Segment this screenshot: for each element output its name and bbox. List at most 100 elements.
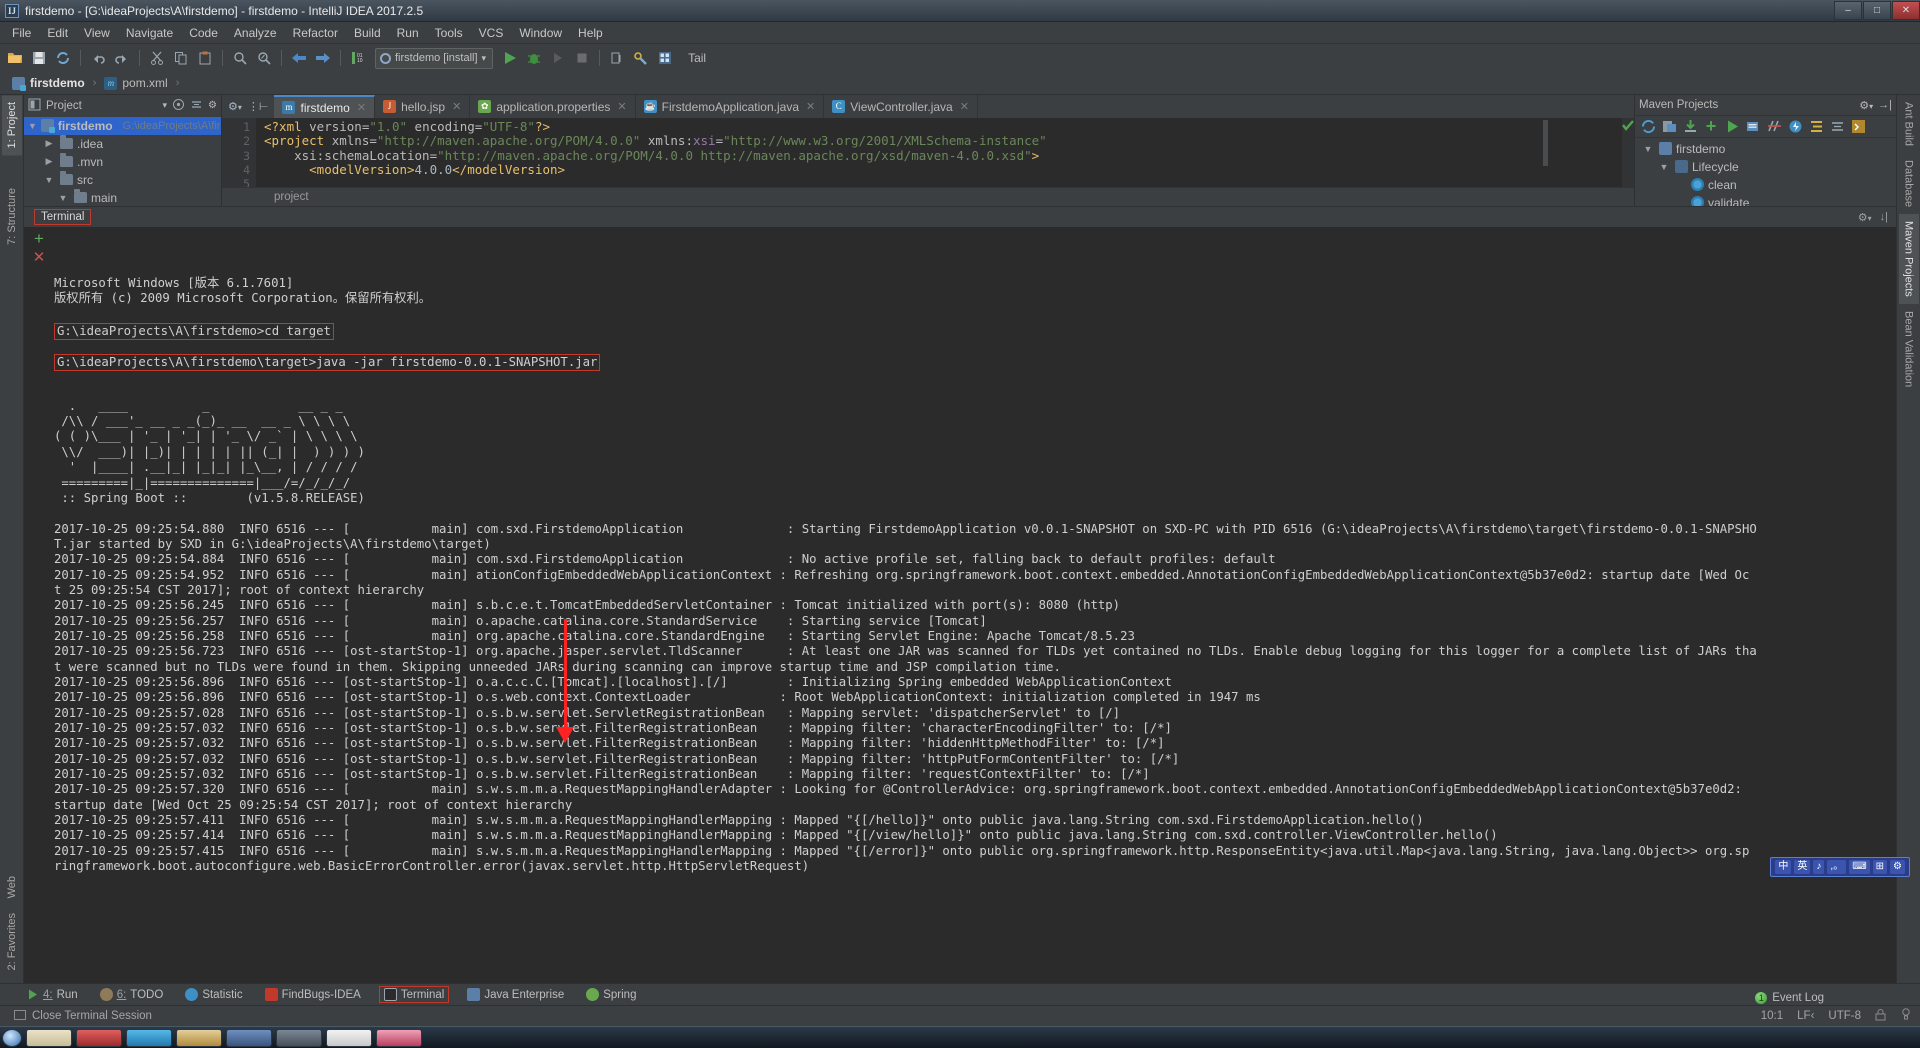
taskbar-start-button[interactable] (2, 1028, 22, 1047)
editor-tab-controls[interactable]: ⚙▾ ⋮⊢ (222, 95, 274, 118)
code-line[interactable]: <?xml version="1.0" encoding="UTF-8"?> (264, 119, 1634, 134)
redo-icon[interactable] (111, 47, 133, 69)
gear-icon[interactable]: ⚙▾ (1858, 211, 1872, 224)
caret-position[interactable]: 10:1 (1761, 1010, 1783, 1022)
gear-icon[interactable]: ⚙▾ (228, 100, 242, 113)
sidebar-item-database[interactable]: Database (1899, 153, 1919, 214)
taskbar-item[interactable] (276, 1028, 322, 1047)
tree-expand-arrow-icon[interactable]: ▶ (42, 138, 56, 149)
maven-tree-node[interactable]: validate (1635, 194, 1896, 206)
settings-icon[interactable] (630, 47, 652, 69)
split-icon[interactable]: ⋮⊢ (248, 100, 269, 113)
tree-expand-arrow-icon[interactable]: ▼ (1657, 162, 1671, 172)
reimport-icon[interactable] (1640, 118, 1656, 134)
code-content[interactable]: <?xml version="1.0" encoding="UTF-8"?> <p… (256, 118, 1634, 187)
code-line[interactable] (264, 177, 1634, 187)
back-icon[interactable] (288, 47, 310, 69)
gear-icon[interactable]: ⚙▾ (1859, 99, 1873, 112)
sidebar-item-structure[interactable]: 7: Structure (2, 181, 22, 252)
run-button[interactable] (499, 47, 521, 69)
error-stripe[interactable] (1622, 118, 1634, 187)
taskbar-item[interactable] (126, 1028, 172, 1047)
menu-item-analyze[interactable]: Analyze (226, 24, 285, 42)
save-all-icon[interactable] (28, 47, 50, 69)
paste-icon[interactable] (194, 47, 216, 69)
tool-tab-spring[interactable]: Spring (582, 987, 640, 1002)
sidebar-item-bean-validation[interactable]: Bean Validation (1899, 304, 1919, 394)
tool-tab-java-enterprise[interactable]: Java Enterprise (463, 987, 568, 1002)
collapse-all-icon[interactable] (190, 98, 203, 114)
taskbar-item[interactable] (76, 1028, 122, 1047)
menu-item-navigate[interactable]: Navigate (118, 24, 181, 42)
skip-tests-icon[interactable] (1766, 118, 1782, 134)
close-icon[interactable]: ✕ (960, 100, 969, 113)
taskbar-item[interactable] (26, 1028, 72, 1047)
execute-goal-icon[interactable] (1787, 118, 1803, 134)
debug-button[interactable] (523, 47, 545, 69)
tree-node[interactable]: ▼ main (24, 189, 221, 206)
ime-button[interactable]: 英 (1794, 860, 1811, 874)
tree-node[interactable]: ▶ .idea (24, 135, 221, 153)
editor-breadcrumb[interactable]: project (222, 187, 1634, 206)
code-editor[interactable]: 12345 <?xml version="1.0" encoding="UTF-… (222, 118, 1634, 187)
sync-icon[interactable] (52, 47, 74, 69)
editor-tab-firstdemoapplication-java[interactable]: ☕ FirstdemoApplication.java ✕ (636, 95, 825, 118)
maximize-button[interactable]: □ (1863, 1, 1891, 20)
tool-tab-terminal[interactable]: Terminal (378, 986, 450, 1003)
tree-node[interactable]: ▼ src (24, 171, 221, 189)
add-maven-project-icon[interactable]: + (1703, 116, 1719, 136)
tree-node[interactable]: ▶ .mvn (24, 153, 221, 171)
hide-icon[interactable]: ↓| (1880, 211, 1888, 224)
menu-item-build[interactable]: Build (346, 24, 389, 42)
ime-language-bar[interactable]: 中英 ♪,。 ⌨ ⊞ ⚙ (1770, 857, 1910, 877)
terminal-session-tab[interactable]: Terminal (34, 209, 92, 225)
inspection-icon[interactable] (1900, 1008, 1912, 1024)
menu-item-window[interactable]: Window (511, 24, 570, 42)
taskbar-item[interactable] (226, 1028, 272, 1047)
close-button[interactable]: ✕ (1892, 1, 1920, 20)
ime-button[interactable]: ,。 (1827, 860, 1847, 874)
code-line[interactable]: <project xmlns="http://maven.apache.org/… (264, 134, 1634, 148)
tree-node[interactable]: ▼ firstdemo G:\ideaProjects\A\firstd (24, 116, 221, 135)
maven-tree[interactable]: ▼ firstdemo ▼ Lifecycle clean validate (1635, 138, 1896, 206)
generate-sources-icon[interactable] (1661, 118, 1677, 134)
menu-item-tools[interactable]: Tools (427, 24, 471, 42)
undo-icon[interactable] (87, 47, 109, 69)
encoding-label[interactable]: UTF-8 (1828, 1010, 1861, 1022)
find-icon[interactable] (229, 47, 251, 69)
tree-expand-arrow-icon[interactable]: ▶ (42, 156, 56, 167)
hide-icon[interactable]: →| (1878, 99, 1892, 111)
toggle-offline-icon[interactable] (1745, 118, 1761, 134)
close-icon[interactable]: ✕ (452, 100, 461, 113)
editor-minimap[interactable] (1543, 120, 1548, 166)
menu-item-edit[interactable]: Edit (39, 24, 76, 42)
terminal-output[interactable]: Microsoft Windows [版本 6.1.7601] 版权所有 (c) … (54, 227, 1896, 983)
breadcrumb-file[interactable]: m pom.xml (98, 75, 173, 91)
toggle-bookmark-icon[interactable]: 01 10 (347, 47, 369, 69)
collapse-all-icon[interactable] (1829, 118, 1845, 134)
tool-tab-run[interactable]: 4: Run (22, 987, 82, 1002)
tree-expand-arrow-icon[interactable]: ▼ (56, 193, 70, 203)
taskbar-item[interactable] (376, 1028, 422, 1047)
gear-icon[interactable]: ⚙ (208, 100, 217, 111)
breadcrumb-project[interactable]: firstdemo (6, 75, 91, 91)
replace-icon[interactable] (253, 47, 275, 69)
close-session-button[interactable]: ✕ (33, 250, 46, 265)
tree-expand-arrow-icon[interactable]: ▼ (1641, 144, 1655, 154)
open-folder-icon[interactable] (4, 47, 26, 69)
menu-item-refactor[interactable]: Refactor (285, 24, 346, 42)
new-session-button[interactable]: + (34, 230, 44, 247)
close-icon[interactable]: ✕ (806, 100, 815, 113)
menu-item-file[interactable]: File (4, 24, 39, 42)
taskbar-item[interactable] (176, 1028, 222, 1047)
taskbar-item[interactable] (326, 1028, 372, 1047)
cut-icon[interactable] (146, 47, 168, 69)
scroll-from-source-icon[interactable] (172, 98, 185, 114)
tool-tab-todo[interactable]: 6: TODO (96, 987, 168, 1002)
maven-tree-node[interactable]: clean (1635, 176, 1896, 194)
event-log-button[interactable]: 1 Event Log (1755, 992, 1824, 1004)
sidebar-item-project[interactable]: 1: Project (1, 95, 22, 156)
sidebar-item-favorites[interactable]: 2: Favorites (2, 906, 22, 977)
maven-settings-icon[interactable] (1850, 118, 1866, 134)
close-icon[interactable]: ✕ (357, 101, 366, 114)
